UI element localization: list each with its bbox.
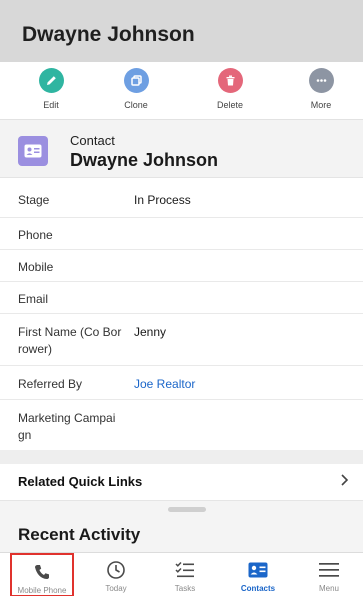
clone-button[interactable]: Clone: [96, 68, 176, 118]
tab-label: Tasks: [174, 584, 196, 593]
field-referred-by: Referred By Joe Realtor: [0, 366, 363, 400]
field-first-name-co-borrower: First Name (Co Bor rower) Jenny: [0, 314, 363, 366]
clone-icon: [123, 68, 149, 93]
tab-contacts[interactable]: Contacts: [222, 553, 294, 596]
tab-tasks[interactable]: Tasks: [149, 553, 221, 596]
field-label: Mobile: [18, 260, 54, 274]
tab-today[interactable]: Today: [80, 553, 152, 596]
field-value: In Process: [134, 193, 191, 207]
field-label: First Name (Co Bor rower): [18, 325, 122, 356]
delete-button[interactable]: Delete: [190, 68, 270, 118]
record-type: Contact: [70, 133, 115, 148]
chevron-right-icon: [339, 472, 351, 493]
contact-summary: Contact Dwayne Johnson: [0, 120, 363, 178]
tab-menu[interactable]: Menu: [293, 553, 363, 596]
recent-activity-title: Recent Activity: [18, 525, 141, 544]
contact-card-icon: [222, 558, 294, 582]
referred-by-link[interactable]: Joe Realtor: [134, 376, 195, 393]
related-quick-links-row[interactable]: Related Quick Links: [0, 464, 363, 498]
page-title: Dwayne Johnson: [22, 23, 195, 46]
clock-icon: [80, 558, 152, 582]
field-phone[interactable]: Phone: [0, 218, 363, 250]
field-stage: Stage In Process: [0, 178, 363, 218]
field-label: Stage: [18, 193, 50, 207]
contact-card-icon: [18, 136, 48, 166]
field-mobile[interactable]: Mobile: [0, 250, 363, 282]
field-email[interactable]: Email: [0, 282, 363, 314]
more-button[interactable]: More: [281, 68, 361, 118]
action-bar: Edit Clone Delete More: [0, 62, 363, 120]
more-label: More: [310, 100, 332, 110]
field-label: Phone: [18, 228, 53, 242]
record-header: Dwayne Johnson: [0, 0, 363, 62]
contact-name: Dwayne Johnson: [70, 150, 219, 170]
edit-button[interactable]: Edit: [11, 68, 91, 118]
field-label: Email: [18, 292, 49, 306]
more-icon: [308, 68, 334, 93]
tab-mobile-phone[interactable]: Mobile Phone: [10, 553, 74, 596]
recent-activity-sheet[interactable]: Recent Activity: [0, 500, 363, 552]
tab-label: Menu: [318, 584, 339, 593]
field-label: Marketing Campai gn: [18, 411, 116, 442]
tab-label: Contacts: [240, 584, 276, 593]
section-divider: [0, 450, 363, 464]
tasks-icon: [149, 558, 221, 582]
clone-label: Clone: [124, 100, 148, 110]
bottom-tab-bar: Mobile Phone Today Tasks Contacts Menu: [0, 552, 363, 596]
field-value: Jenny: [134, 325, 167, 339]
trash-icon: [217, 68, 243, 93]
delete-label: Delete: [216, 100, 243, 110]
drag-handle[interactable]: [168, 507, 206, 512]
field-marketing-campaign: Marketing Campai gn: [0, 400, 363, 450]
tab-label: Mobile Phone: [17, 586, 67, 595]
edit-label: Edit: [43, 100, 59, 110]
field-label: Referred By: [18, 377, 83, 391]
hamburger-icon: [293, 558, 363, 582]
related-quick-links-title: Related Quick Links: [18, 474, 143, 489]
tab-label: Today: [105, 584, 127, 593]
pencil-icon: [38, 68, 64, 93]
phone-icon: [12, 560, 72, 584]
